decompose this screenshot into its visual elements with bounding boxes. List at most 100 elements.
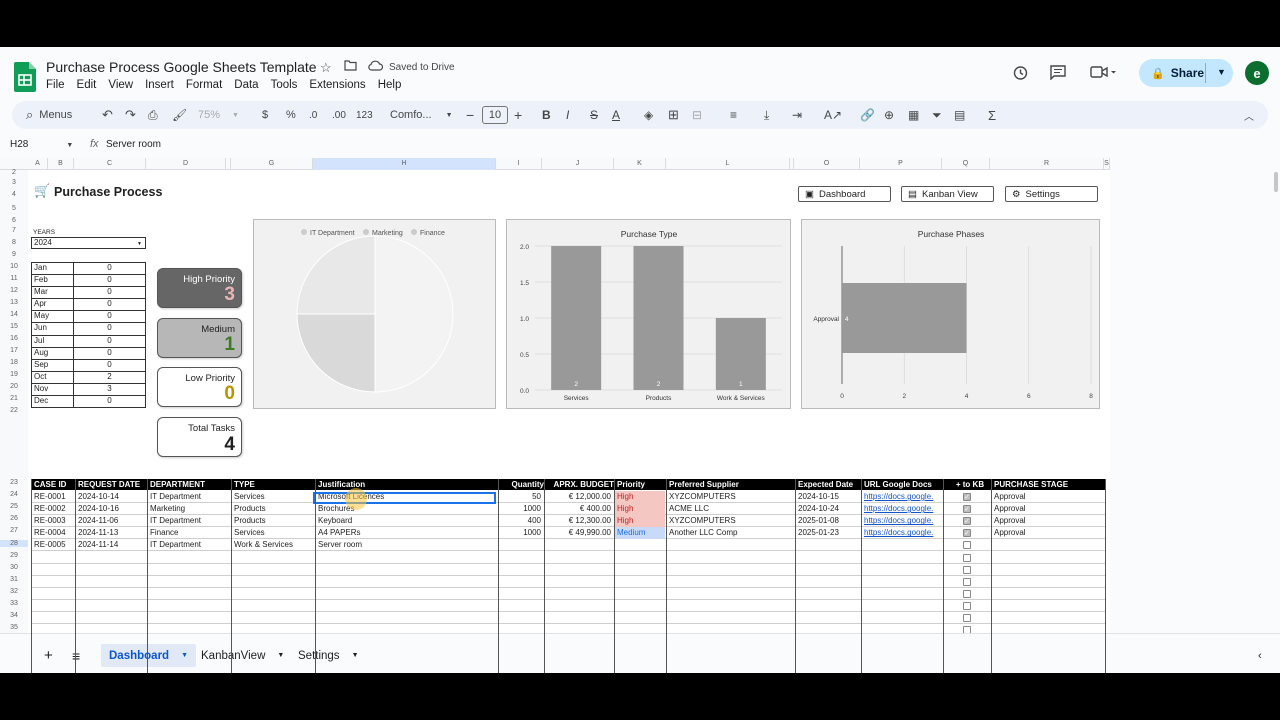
- row-header[interactable]: 15: [0, 323, 28, 330]
- department-cell[interactable]: IT Department: [150, 539, 228, 551]
- version-history-icon[interactable]: [1012, 65, 1028, 81]
- share-button[interactable]: 🔒 Share ▼: [1139, 59, 1233, 87]
- department-cell[interactable]: IT Department: [150, 491, 228, 503]
- row-header[interactable]: 33: [0, 600, 28, 607]
- priority-cell[interactable]: [615, 539, 665, 551]
- column-header[interactable]: R: [990, 158, 1104, 170]
- priority-cell[interactable]: High: [615, 515, 665, 528]
- expected-date-cell[interactable]: 2024-10-15: [798, 491, 858, 503]
- justification-cell[interactable]: A4 PAPERs: [318, 527, 495, 539]
- pie-slice[interactable]: [296, 313, 376, 393]
- menu-format[interactable]: Format: [186, 79, 222, 91]
- cloud-saved-icon[interactable]: [368, 60, 383, 71]
- fill-color-icon[interactable]: ◈: [644, 101, 653, 129]
- functions-icon[interactable]: Σ: [988, 101, 996, 129]
- stage-cell[interactable]: Approval: [994, 503, 1102, 515]
- formula-input[interactable]: Server room: [106, 139, 161, 150]
- meet-video-icon[interactable]: [1090, 65, 1116, 79]
- bar[interactable]: [715, 318, 766, 390]
- row-header[interactable]: 4: [0, 191, 28, 198]
- url-link[interactable]: [864, 539, 940, 551]
- column-header[interactable]: B: [48, 158, 74, 170]
- budget-cell[interactable]: [547, 539, 611, 551]
- menu-file[interactable]: File: [46, 79, 65, 91]
- row-header[interactable]: 34: [0, 612, 28, 619]
- case-id-cell[interactable]: RE-0003: [34, 515, 72, 527]
- row-header[interactable]: 8: [0, 239, 28, 246]
- column-header[interactable]: K: [614, 158, 666, 170]
- row-header[interactable]: 9: [0, 251, 28, 258]
- decrease-decimal-button[interactable]: .0: [309, 101, 317, 129]
- row-header[interactable]: 32: [0, 588, 28, 595]
- row-header[interactable]: 11: [0, 275, 28, 282]
- row-header[interactable]: 18: [0, 359, 28, 366]
- priority-cell[interactable]: High: [615, 503, 665, 516]
- column-header[interactable]: H: [313, 158, 496, 170]
- borders-icon[interactable]: ⊞: [668, 101, 679, 129]
- kb-checkbox[interactable]: [963, 553, 971, 562]
- budget-cell[interactable]: € 400.00: [547, 503, 611, 515]
- quantity-cell[interactable]: 1000: [501, 527, 541, 539]
- name-box[interactable]: H28 ▼: [10, 139, 73, 150]
- kb-checkbox[interactable]: ✓: [963, 505, 971, 514]
- column-header[interactable]: Q: [942, 158, 990, 170]
- menu-data[interactable]: Data: [234, 79, 258, 91]
- row-header[interactable]: 2: [0, 169, 28, 176]
- menu-help[interactable]: Help: [378, 79, 402, 91]
- type-cell[interactable]: Products: [234, 515, 312, 527]
- supplier-cell[interactable]: XYZCOMPUTERS: [669, 491, 792, 503]
- type-cell[interactable]: Products: [234, 503, 312, 515]
- supplier-cell[interactable]: ACME LLC: [669, 503, 792, 515]
- comments-icon[interactable]: [1050, 65, 1066, 80]
- sheet-explore-collapse-icon[interactable]: ‹: [1250, 644, 1270, 667]
- quantity-cell[interactable]: 50: [501, 491, 541, 503]
- insert-link-icon[interactable]: 🔗: [860, 101, 875, 129]
- priority-cell[interactable]: Medium: [615, 527, 665, 540]
- menu-extensions[interactable]: Extensions: [309, 79, 365, 91]
- menu-view[interactable]: View: [108, 79, 133, 91]
- row-header[interactable]: 28: [0, 539, 28, 547]
- department-cell[interactable]: Marketing: [150, 503, 228, 515]
- row-header[interactable]: 10: [0, 263, 28, 270]
- purchase-type-chart[interactable]: Purchase Type 0.0 0.5 1.0 1.5 2.0 2 Services 2 Pr…: [506, 219, 791, 409]
- stage-cell[interactable]: Approval: [994, 515, 1102, 527]
- increase-decimal-button[interactable]: .00: [332, 101, 346, 129]
- text-color-button[interactable]: A: [612, 101, 620, 129]
- zoom-select[interactable]: 75% ▼: [198, 101, 239, 129]
- insert-comment-icon[interactable]: ⊕: [884, 101, 894, 129]
- request-date-cell[interactable]: 2024-11-13: [78, 527, 144, 539]
- text-rotation-icon[interactable]: A↗: [824, 101, 842, 129]
- vertical-align-icon[interactable]: ⤓: [764, 101, 769, 129]
- move-folder-icon[interactable]: [344, 60, 357, 71]
- horizontal-align-icon[interactable]: ≡: [730, 101, 737, 129]
- menu-insert[interactable]: Insert: [145, 79, 174, 91]
- stage-cell[interactable]: [994, 539, 1102, 551]
- purchase-phases-chart[interactable]: Purchase Phases 0 2 4 6 8 Approval 4: [801, 219, 1100, 409]
- row-header[interactable]: 14: [0, 311, 28, 318]
- merge-cells-icon[interactable]: ⊟: [692, 101, 702, 129]
- sheets-logo-icon[interactable]: [14, 62, 36, 92]
- strikethrough-button[interactable]: S: [590, 101, 598, 129]
- kb-checkbox[interactable]: ✓: [963, 493, 971, 501]
- font-size-input[interactable]: 10: [482, 106, 508, 124]
- request-date-cell[interactable]: 2024-10-16: [78, 503, 144, 515]
- column-header[interactable]: L: [666, 158, 790, 170]
- url-link[interactable]: https://docs.google.: [864, 491, 940, 503]
- vertical-scrollbar[interactable]: [1274, 172, 1278, 192]
- row-header[interactable]: 7: [0, 227, 28, 234]
- column-header[interactable]: O: [794, 158, 860, 170]
- font-family-select[interactable]: Comfo... ▼: [390, 101, 453, 129]
- kb-checkbox[interactable]: [963, 601, 971, 610]
- row-header[interactable]: 12: [0, 287, 28, 294]
- expected-date-cell[interactable]: 2024-10-24: [798, 503, 858, 515]
- active-cell-selection[interactable]: [313, 492, 496, 504]
- department-cell[interactable]: Finance: [150, 527, 228, 539]
- tab-kanbanview[interactable]: KanbanView ▼: [193, 644, 292, 667]
- row-header[interactable]: 29: [0, 552, 28, 559]
- insert-chart-icon[interactable]: ▦: [908, 101, 919, 129]
- url-link[interactable]: https://docs.google.: [864, 527, 940, 539]
- budget-cell[interactable]: € 12,300.00: [547, 515, 611, 527]
- justification-cell[interactable]: Server room: [318, 539, 495, 551]
- tab-settings[interactable]: Settings ▼: [290, 644, 367, 667]
- row-header[interactable]: 27: [0, 527, 28, 534]
